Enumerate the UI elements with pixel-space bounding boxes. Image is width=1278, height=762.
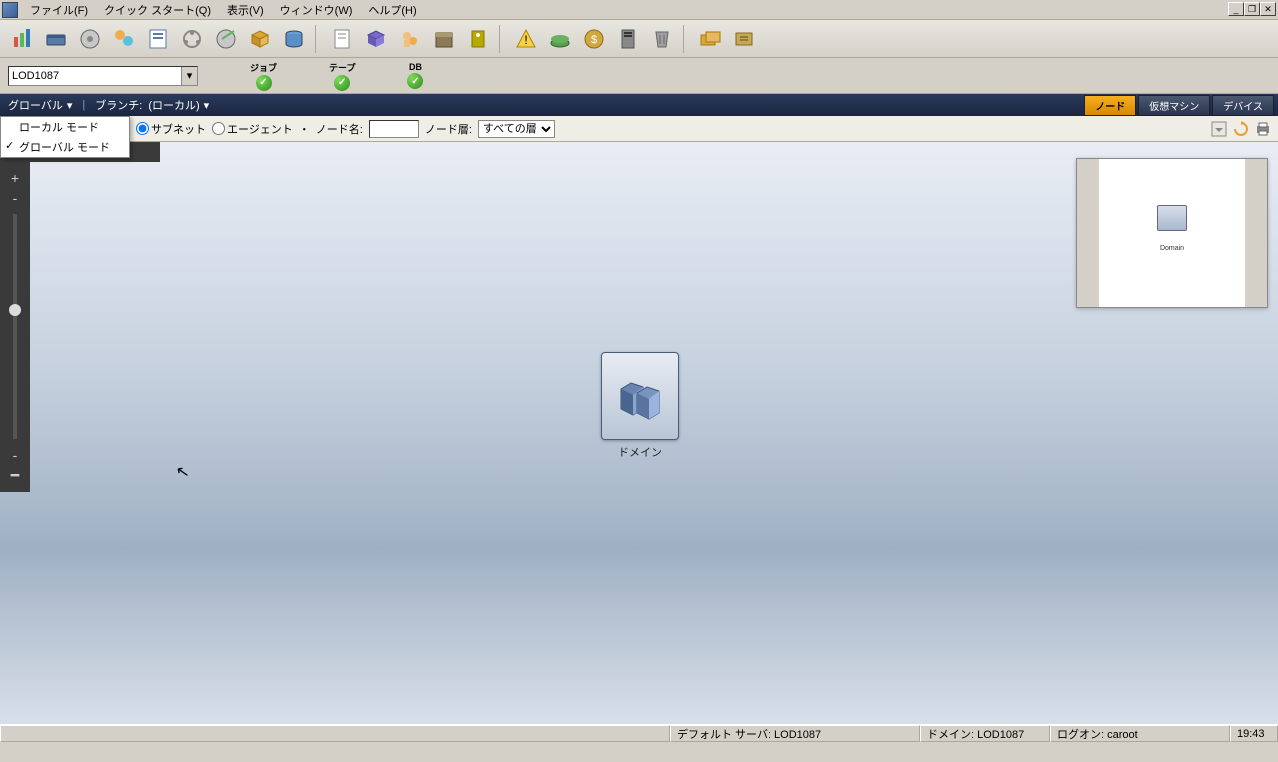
node-name-input[interactable] [369, 120, 419, 138]
close-button[interactable]: ✕ [1260, 2, 1276, 16]
status-job: ジョブ ✓ [250, 61, 277, 91]
status-db: DB ✓ [407, 62, 423, 89]
tb-btn-21[interactable] [728, 23, 760, 55]
print-icon[interactable] [1254, 120, 1272, 138]
nav-branch-dropdown[interactable]: (ローカル) ▾ [148, 97, 209, 113]
server-icon [615, 371, 665, 421]
toolbar-separator [683, 25, 689, 53]
check-icon: ✓ [256, 75, 272, 91]
tb-btn-13[interactable] [428, 23, 460, 55]
toolbar-separator [499, 25, 505, 53]
sb-time: 19:43 [1230, 725, 1278, 742]
node-tier-select[interactable]: すべての層 [478, 120, 555, 138]
server-combo[interactable]: LOD1087 ▾ [8, 66, 198, 86]
chevron-down-icon: ▾ [67, 99, 73, 112]
tab-vm[interactable]: 仮想マシン [1138, 95, 1210, 116]
tb-btn-2[interactable] [40, 23, 72, 55]
chevron-down-icon: ▾ [204, 99, 210, 112]
sb-empty [0, 725, 670, 742]
dropdown-icon[interactable] [1210, 120, 1228, 138]
menu-view[interactable]: 表示(V) [219, 0, 272, 20]
zoom-in-button[interactable]: + [9, 168, 21, 188]
combo-arrow-icon[interactable]: ▾ [181, 67, 197, 85]
minimize-button[interactable]: _ [1228, 2, 1244, 16]
sb-logon: ログオン: caroot [1050, 725, 1230, 742]
radio-subnet[interactable]: サブネット [136, 121, 206, 137]
mode-global[interactable]: グローバル モード [1, 137, 129, 157]
toolbar-separator [315, 25, 321, 53]
status-bar: デフォルト サーバ: LOD1087 ドメイン: LOD1087 ログオン: c… [0, 724, 1278, 742]
tb-btn-20[interactable] [694, 23, 726, 55]
filter-bar: ローカル モード グローバル モード サブネット エージェント ・ ノード名: … [0, 116, 1278, 142]
menu-quickstart[interactable]: クイック スタート(Q) [96, 0, 219, 20]
nav-bar: グローバル ▾ | ブランチ: (ローカル) ▾ ノード 仮想マシン デバイス [0, 94, 1278, 116]
app-icon [2, 2, 18, 18]
zoom-tick: - [11, 445, 20, 465]
tb-btn-1[interactable] [6, 23, 38, 55]
window-controls: _ ❐ ✕ [1228, 2, 1276, 16]
domain-node[interactable] [601, 352, 679, 440]
zoom-rail: + - - ━ [0, 162, 30, 492]
zoom-thumb[interactable] [9, 304, 21, 316]
zoom-slider[interactable] [13, 214, 17, 439]
tb-btn-7[interactable] [210, 23, 242, 55]
tb-btn-10[interactable] [326, 23, 358, 55]
check-icon: ✓ [407, 73, 423, 89]
cursor-icon: ↖ [174, 461, 191, 483]
tb-btn-15[interactable]: ! [510, 23, 542, 55]
status-tape: テープ ✓ [329, 61, 355, 91]
node-tier-label: ノード層: [425, 121, 472, 137]
menu-file[interactable]: ファイル(F) [22, 0, 96, 20]
menu-help[interactable]: ヘルプ(H) [360, 0, 424, 20]
tb-btn-16[interactable] [544, 23, 576, 55]
tab-device[interactable]: デバイス [1212, 95, 1274, 116]
tb-btn-4[interactable] [108, 23, 140, 55]
tb-btn-6[interactable] [176, 23, 208, 55]
sb-domain: ドメイン: LOD1087 [920, 725, 1050, 742]
check-icon: ✓ [334, 75, 350, 91]
main-toolbar: ! $ [0, 20, 1278, 58]
tb-btn-14[interactable] [462, 23, 494, 55]
tb-btn-19[interactable] [646, 23, 678, 55]
tb-btn-18[interactable] [612, 23, 644, 55]
radio-agent[interactable]: エージェント [212, 121, 293, 137]
tb-btn-17[interactable]: $ [578, 23, 610, 55]
mode-dropdown: ローカル モード グローバル モード [0, 116, 130, 158]
domain-node-label: ドメイン [601, 444, 679, 460]
node-name-label: ノード名: [316, 121, 363, 137]
tb-btn-9[interactable] [278, 23, 310, 55]
menu-window[interactable]: ウィンドウ(W) [272, 0, 361, 20]
mode-local[interactable]: ローカル モード [1, 117, 129, 137]
server-combo-value: LOD1087 [12, 70, 59, 82]
sub-toolbar: LOD1087 ▾ ジョブ ✓ テープ ✓ DB ✓ [0, 58, 1278, 94]
tb-btn-11[interactable] [360, 23, 392, 55]
minimap-node-icon [1157, 205, 1187, 231]
canvas[interactable]: すべて表示 100% + - - ━ ドメイン [0, 142, 1278, 724]
nav-global-dropdown[interactable]: グローバル ▾ [8, 97, 72, 113]
refresh-icon[interactable] [1232, 120, 1250, 138]
tb-btn-3[interactable] [74, 23, 106, 55]
zoom-out-button[interactable]: ━ [9, 465, 21, 486]
menu-bar: ファイル(F) クイック スタート(Q) 表示(V) ウィンドウ(W) ヘルプ(… [0, 0, 1278, 20]
tab-node[interactable]: ノード [1084, 95, 1136, 116]
zoom-tick: - [11, 188, 20, 208]
sb-default-server: デフォルト サーバ: LOD1087 [670, 725, 920, 742]
minimap[interactable]: Domain [1076, 158, 1268, 308]
tb-btn-12[interactable] [394, 23, 426, 55]
svg-text:!: ! [524, 33, 527, 47]
svg-text:$: $ [591, 34, 597, 46]
restore-button[interactable]: ❐ [1244, 2, 1260, 16]
tb-btn-8[interactable] [244, 23, 276, 55]
tb-btn-5[interactable] [142, 23, 174, 55]
